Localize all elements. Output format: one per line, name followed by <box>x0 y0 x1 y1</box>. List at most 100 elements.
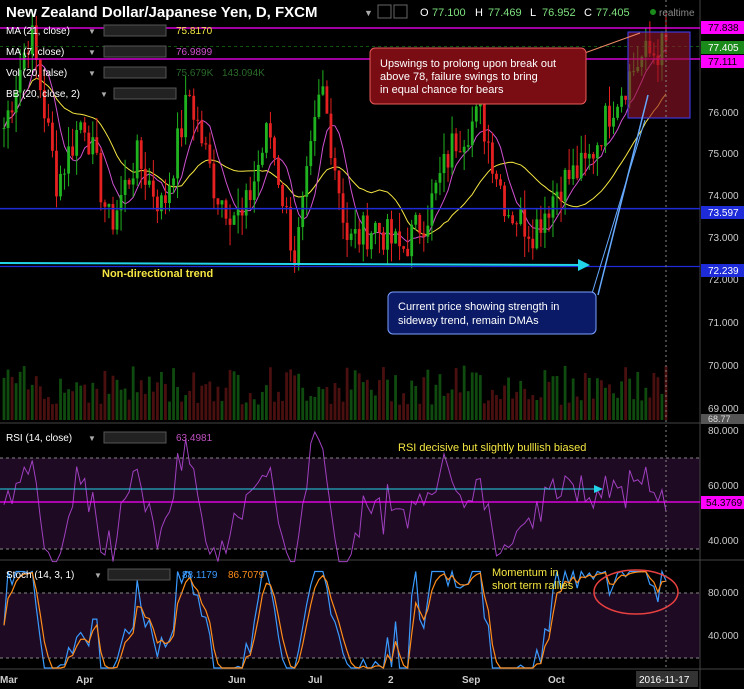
bb-controls[interactable] <box>113 87 177 100</box>
volume-bar <box>321 389 325 420</box>
volume-bar <box>30 384 34 420</box>
candle-body <box>317 94 321 117</box>
candle-body <box>164 195 167 204</box>
volume-bar <box>442 395 446 420</box>
volume-bar <box>26 389 30 420</box>
volume-bar <box>99 403 103 420</box>
volume-bar <box>551 376 555 420</box>
volume-bar <box>563 365 567 420</box>
candle-body <box>325 86 329 114</box>
volume-bar <box>587 377 591 420</box>
rsi-tag-text: 54.3769 <box>706 498 743 509</box>
candle-body <box>337 170 341 194</box>
volume-bar <box>42 398 46 420</box>
ma21-label: MA (21, close) <box>6 26 70 37</box>
volume-bar <box>248 393 252 420</box>
candle-body <box>289 206 292 251</box>
volume-bar <box>575 396 579 420</box>
candle-body <box>378 222 381 233</box>
candle-body <box>176 128 179 179</box>
volume-bar <box>244 402 248 420</box>
volume-bar <box>410 380 414 420</box>
volume-bar <box>503 385 506 420</box>
stoch-controls[interactable] <box>107 568 171 581</box>
vol-value2: 143.094K <box>222 68 265 79</box>
volume-bar <box>160 371 163 420</box>
candle-body <box>232 215 236 225</box>
candle-body <box>51 122 54 151</box>
price-tag-text: 77.111 <box>708 57 738 68</box>
rsi-controls[interactable] <box>103 431 167 444</box>
volume-bar <box>462 365 466 420</box>
volume-bar <box>14 383 18 420</box>
volume-bar <box>531 395 535 420</box>
ma21-controls[interactable] <box>103 24 167 37</box>
volume-tag-text: 68.77 <box>708 414 731 424</box>
volume-bar <box>559 404 563 420</box>
candle-body <box>402 246 406 249</box>
volume-bar <box>143 393 147 420</box>
volume-bar <box>656 377 660 420</box>
stoch-tick: 40.000 <box>708 631 739 642</box>
volume-bar <box>273 401 276 420</box>
rsi-tick: 60.000 <box>708 481 739 492</box>
candle-body <box>591 153 595 159</box>
candle-body <box>329 113 333 159</box>
bb-label: BB (20, close, 2) <box>6 89 80 100</box>
volume-bar <box>406 404 410 420</box>
ma7-controls[interactable] <box>103 45 167 58</box>
candle-body <box>277 158 280 185</box>
candle-body <box>369 233 373 250</box>
candle-body <box>139 140 143 169</box>
chart-title: New Zealand Dollar/Japanese Yen, D, FXCM <box>6 4 318 21</box>
volume-bar <box>260 391 264 420</box>
volume-bar <box>329 403 333 420</box>
volume-bar <box>523 388 527 420</box>
candle-body <box>458 151 462 153</box>
candle-body <box>373 222 377 234</box>
vol-controls[interactable] <box>103 66 167 79</box>
volume-bar <box>458 392 462 420</box>
volume-bar <box>511 398 515 420</box>
candle-body <box>260 152 264 165</box>
candle-body <box>71 146 75 156</box>
candle-body <box>184 94 188 138</box>
volume-bar <box>486 400 490 420</box>
volume-bar <box>579 400 583 420</box>
volume-bar <box>628 378 632 420</box>
date-tag-text: 2016-11-17 <box>639 675 690 686</box>
candle-body <box>470 121 474 146</box>
realtime-status: realtime <box>659 8 695 19</box>
volume-bar <box>51 404 54 420</box>
volume-bar <box>277 391 280 420</box>
volume-bar <box>341 401 345 420</box>
volume-bar <box>293 375 297 420</box>
volume-bar <box>131 366 135 420</box>
volume-bar <box>430 404 434 420</box>
volume-bar <box>22 366 26 420</box>
stoch-label: Stoch (14, 3, 1) <box>6 570 74 581</box>
candle-body <box>224 200 228 219</box>
volume-bar <box>571 378 575 420</box>
volume-bar <box>155 382 159 420</box>
candle-body <box>559 191 563 202</box>
candle-body <box>434 182 438 194</box>
volume-bar <box>111 375 115 420</box>
candle-body <box>519 208 523 225</box>
realtime-dot-icon <box>650 9 656 15</box>
volume-bar <box>309 396 313 420</box>
volume-bar <box>616 397 619 420</box>
candle-body <box>168 185 171 204</box>
volume-bar <box>317 386 321 420</box>
close-value: 77.405 <box>596 7 630 19</box>
volume-bar <box>450 389 454 420</box>
x-label: Oct <box>548 675 565 686</box>
volume-bar <box>470 372 474 420</box>
volume-bar <box>2 377 6 420</box>
trend-note: Non-directional trend <box>102 268 213 280</box>
volume-bar <box>333 383 337 420</box>
volume-bar <box>208 381 212 420</box>
volume-bar <box>394 375 397 420</box>
volume-bar <box>269 367 272 420</box>
candle-body <box>531 238 535 249</box>
